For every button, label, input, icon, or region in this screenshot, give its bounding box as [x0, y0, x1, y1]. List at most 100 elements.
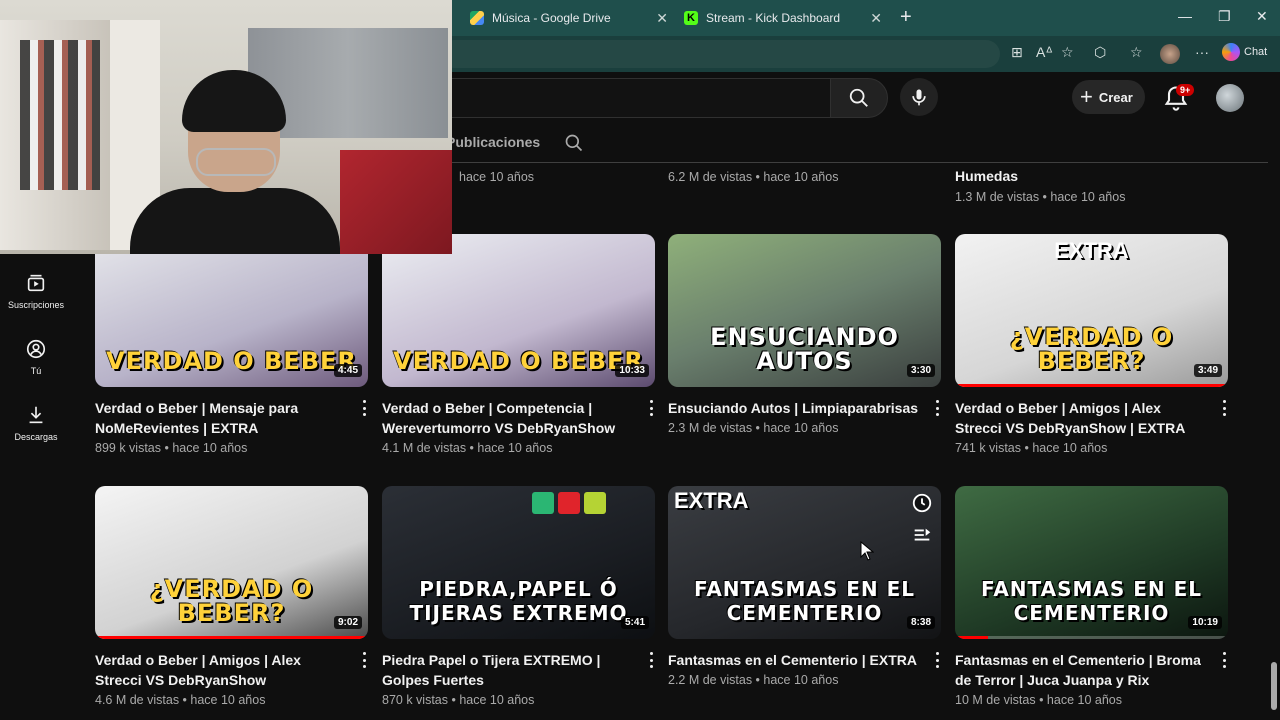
add-to-queue-icon[interactable] [911, 524, 933, 546]
account-avatar[interactable] [1216, 84, 1244, 112]
duration-badge: 9:02 [333, 616, 362, 629]
video-thumbnail[interactable]: VERDAD O BEBER 4:45 [95, 234, 368, 387]
search-button[interactable] [830, 78, 888, 118]
video-meta: 741 k vistas • hace 10 años [955, 441, 1108, 455]
watch-progress-bar [955, 636, 988, 639]
thumbnail-caption: VERDAD O BEBER [393, 347, 644, 375]
thumbnail-caption: ¿VERDAD O BEBER? [149, 575, 314, 627]
duration-badge: 5:41 [620, 616, 649, 629]
video-title[interactable]: Verdad o Beber | Amigos | Alex Strecci V… [955, 398, 1201, 438]
video-title[interactable]: Ensuciando Autos | Limpiaparabrisas [668, 398, 928, 418]
thumbnail-caption: FANTASMAS EN EL CEMENTERIO [693, 577, 916, 625]
more-actions-icon[interactable] [1220, 652, 1228, 668]
video-thumbnail[interactable]: ENSUCIANDO AUTOS 3:30 [668, 234, 941, 387]
address-bar[interactable] [440, 40, 1000, 68]
duration-badge: 8:38 [906, 616, 935, 629]
copilot-icon [1222, 43, 1240, 61]
webcam-chair [340, 150, 452, 254]
video-title[interactable]: Verdad o Beber | Competencia | Werevertu… [382, 398, 628, 438]
copilot-chat-button[interactable]: Chat [1222, 43, 1267, 61]
video-thumbnail[interactable]: PIEDRA,PAPEL Ó TIJERAS EXTREMO 5:41 [382, 486, 655, 639]
favorite-star-icon[interactable]: ☆ [1061, 44, 1074, 61]
duration-badge: 3:49 [1193, 364, 1222, 377]
thumbnail-caption: FANTASMAS EN EL CEMENTERIO [980, 577, 1203, 625]
close-tab-icon[interactable]: ✕ [870, 10, 882, 27]
apps-icon[interactable]: ⊞ [1011, 44, 1023, 61]
sidebar-item-label: Tú [30, 366, 42, 376]
more-actions-icon[interactable] [933, 400, 941, 416]
chat-label: Chat [1244, 46, 1268, 58]
close-window-icon[interactable]: ✕ [1256, 8, 1268, 25]
video-thumbnail[interactable]: EXTRA ¿VERDAD O BEBER? 3:49 [955, 234, 1228, 387]
page-scrollbar[interactable] [1271, 662, 1277, 710]
extra-badge: EXTRA [1054, 238, 1129, 263]
sidebar-item-descargas[interactable]: Descargas [0, 404, 72, 442]
extensions-icon[interactable]: ⬡ [1094, 44, 1106, 61]
tab-divider [446, 162, 1268, 163]
video-meta: 1.3 M de vistas • hace 10 años [955, 190, 1126, 204]
watch-progress-bar [95, 636, 368, 639]
video-title[interactable]: Piedra Papel o Tijera EXTREMO | Golpes F… [382, 650, 628, 690]
duration-badge: 10:33 [615, 364, 649, 377]
thumbnail-caption: ENSUCIANDO AUTOS [710, 323, 899, 375]
more-actions-icon[interactable] [933, 652, 941, 668]
tab-publicaciones[interactable]: Publicaciones [446, 134, 540, 150]
video-title[interactable]: Humedas [955, 168, 1018, 184]
more-actions-icon[interactable] [647, 400, 655, 416]
more-actions-icon[interactable] [647, 652, 655, 668]
plus-icon: + [1080, 84, 1093, 109]
extra-badge: EXTRA [674, 488, 749, 513]
channel-search-icon[interactable] [564, 133, 584, 153]
sidebar-item-label: Suscripciones [7, 300, 65, 310]
mouse-cursor-icon [860, 541, 874, 561]
create-button[interactable]: + Crear [1072, 80, 1145, 114]
you-icon [26, 339, 46, 359]
restore-icon[interactable]: ❐ [1218, 8, 1231, 25]
video-thumbnail[interactable]: ¿VERDAD O BEBER? 9:02 [95, 486, 368, 639]
video-meta: 2.2 M de vistas • hace 10 años [668, 673, 839, 687]
more-actions-icon[interactable] [360, 652, 368, 668]
video-meta: 6.2 M de vistas • hace 10 años [668, 170, 839, 184]
video-meta: 4.6 M de vistas • hace 10 años [95, 693, 266, 707]
sidebar-item-suscripciones[interactable]: Suscripciones [0, 272, 72, 310]
video-thumbnail[interactable]: FANTASMAS EN EL CEMENTERIO 10:19 [955, 486, 1228, 639]
subscriptions-icon [27, 274, 45, 292]
webcam-person-glasses [196, 148, 276, 176]
thumbnail-caption: VERDAD O BEBER [106, 347, 357, 375]
thumbnail-caption: ¿VERDAD O BEBER? [1009, 323, 1174, 375]
search-icon [849, 88, 868, 107]
close-tab-icon[interactable]: ✕ [656, 10, 668, 27]
video-thumbnail[interactable]: VERDAD O BEBER 10:33 [382, 234, 655, 387]
video-title[interactable]: Verdad o Beber | Mensaje para NoMeRevien… [95, 398, 341, 438]
create-label: Crear [1098, 89, 1133, 105]
more-options-icon[interactable]: ··· [1195, 44, 1209, 60]
google-drive-icon [470, 11, 484, 25]
tab-google-drive[interactable]: Música - Google Drive ✕ [470, 4, 668, 32]
watch-progress-bar [955, 384, 1228, 387]
profile-avatar[interactable] [1160, 44, 1180, 64]
webcam-clothes-rack [20, 40, 100, 190]
watch-later-icon[interactable] [911, 492, 933, 514]
video-title[interactable]: Fantasmas en el Cementerio | EXTRA [668, 650, 928, 670]
more-actions-icon[interactable] [1220, 400, 1228, 416]
duration-badge: 3:30 [906, 364, 935, 377]
progress-track [955, 636, 1228, 639]
video-title[interactable]: Fantasmas en el Cementerio | Broma de Te… [955, 650, 1201, 690]
video-title[interactable]: Verdad o Beber | Amigos | Alex Strecci V… [95, 650, 341, 690]
minimize-icon[interactable]: — [1178, 8, 1192, 24]
webcam-overlay [0, 0, 452, 254]
webcam-person-body [130, 188, 340, 254]
video-meta: 10 M de vistas • hace 10 años [955, 693, 1122, 707]
new-tab-button[interactable]: + [900, 6, 912, 29]
voice-search-button[interactable] [900, 78, 938, 116]
more-actions-icon[interactable] [360, 400, 368, 416]
sidebar-item-label: Descargas [14, 432, 58, 442]
favorites-icon[interactable]: ☆ [1130, 44, 1143, 61]
read-aloud-icon[interactable]: Aᐞ [1036, 44, 1053, 61]
microphone-icon [912, 89, 926, 106]
video-thumbnail[interactable]: EXTRA FANTASMAS EN EL CEMENTERIO 8:38 [668, 486, 941, 639]
thumbnail-caption: PIEDRA,PAPEL Ó TIJERAS EXTREMO [409, 577, 628, 625]
sidebar-item-tu[interactable]: Tú [0, 338, 72, 376]
video-meta: 4.1 M de vistas • hace 10 años [382, 441, 553, 455]
tab-kick-dashboard[interactable]: K Stream - Kick Dashboard ✕ [684, 4, 882, 32]
